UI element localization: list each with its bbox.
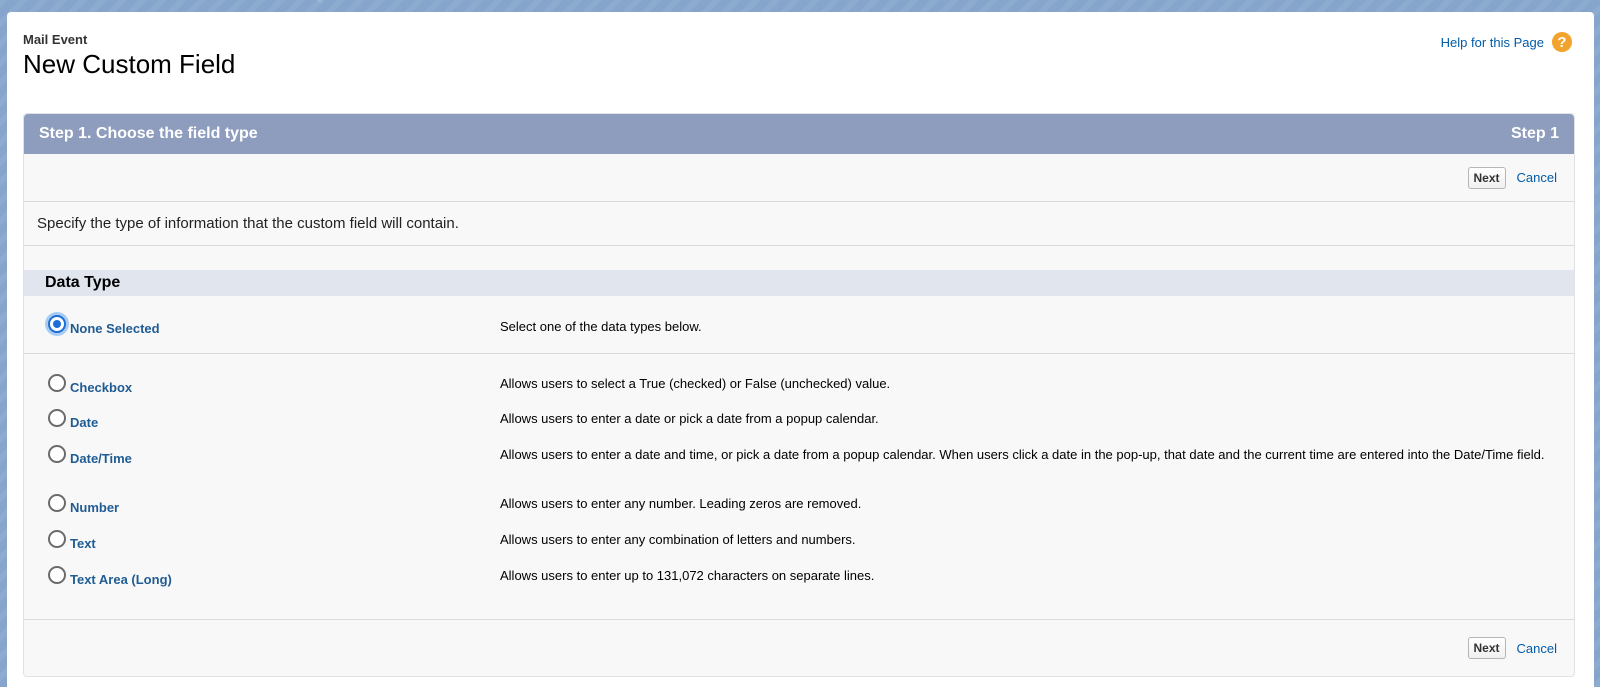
radio-date-time[interactable]	[48, 445, 66, 463]
help-link[interactable]: Help for this Page	[1441, 35, 1544, 50]
option-label[interactable]: Text	[70, 536, 96, 551]
option-text[interactable]: Text Allows users to enter any combinati…	[24, 530, 1574, 566]
option-checkbox[interactable]: Checkbox Allows users to select a True (…	[24, 374, 1574, 409]
option-description: Select one of the data types below.	[500, 319, 702, 334]
top-button-row: Next Cancel	[24, 154, 1574, 202]
option-left: Text	[24, 530, 500, 566]
radio-number[interactable]	[48, 494, 66, 512]
help-icon[interactable]: ?	[1552, 32, 1572, 52]
help-area: Help for this Page ?	[1441, 32, 1572, 52]
option-description: Allows users to enter up to 131,072 char…	[500, 568, 875, 583]
option-description: Allows users to enter any combination of…	[500, 532, 856, 547]
option-date-time[interactable]: Date/Time Allows users to enter a date a…	[24, 445, 1574, 494]
section-title-data-type: Data Type	[24, 270, 1574, 296]
option-date[interactable]: Date Allows users to enter a date or pic…	[24, 409, 1574, 445]
intro-text: Specify the type of information that the…	[24, 202, 1574, 246]
option-left: Date	[24, 409, 500, 445]
option-description: Allows users to enter a date or pick a d…	[500, 411, 879, 426]
panel-title: Step 1. Choose the field type	[39, 125, 258, 142]
option-label[interactable]: Date	[70, 415, 98, 430]
cancel-link-top[interactable]: Cancel	[1517, 170, 1557, 185]
option-left: Date/Time	[24, 445, 500, 494]
option-number[interactable]: Number Allows users to enter any number.…	[24, 494, 1574, 530]
page-title: New Custom Field	[23, 49, 236, 79]
option-label[interactable]: Number	[70, 500, 119, 515]
radio-text[interactable]	[48, 530, 66, 548]
option-left: Text Area (Long)	[24, 566, 500, 602]
option-left: Checkbox	[24, 374, 500, 409]
cancel-link-bottom[interactable]: Cancel	[1517, 641, 1557, 656]
option-label[interactable]: Date/Time	[70, 451, 132, 466]
radio-date[interactable]	[48, 409, 66, 427]
radio-text-area-long[interactable]	[48, 566, 66, 584]
page-header: Mail Event New Custom Field	[23, 32, 235, 80]
option-description: Allows users to select a True (checked) …	[500, 376, 891, 391]
radio-none-selected[interactable]	[48, 315, 66, 333]
option-label[interactable]: Text Area (Long)	[70, 572, 172, 587]
option-description: Allows users to enter a date and time, o…	[500, 447, 1545, 462]
radio-checkbox[interactable]	[48, 374, 66, 392]
option-description: Allows users to enter any number. Leadin…	[500, 496, 862, 511]
option-text-area-long[interactable]: Text Area (Long) Allows users to enter u…	[24, 566, 1574, 602]
option-label[interactable]: Checkbox	[70, 380, 132, 395]
option-left: Number	[24, 494, 500, 530]
option-none-selected[interactable]: None Selected Select one of the data typ…	[24, 296, 1574, 354]
object-label: Mail Event	[23, 32, 88, 47]
page-container: Mail Event New Custom Field Help for thi…	[7, 12, 1594, 687]
data-type-list: Checkbox Allows users to select a True (…	[24, 354, 1574, 602]
bottom-button-row: Next Cancel	[24, 619, 1574, 676]
next-button-top[interactable]: Next	[1467, 166, 1506, 189]
step-panel: Step 1. Choose the field type Step 1 Nex…	[23, 113, 1575, 677]
option-label[interactable]: None Selected	[70, 321, 160, 336]
next-button-bottom[interactable]: Next	[1467, 637, 1506, 659]
step-indicator: Step 1	[1510, 125, 1559, 142]
panel-header: Step 1. Choose the field type Step 1	[24, 114, 1574, 154]
option-left: None Selected	[24, 315, 500, 353]
